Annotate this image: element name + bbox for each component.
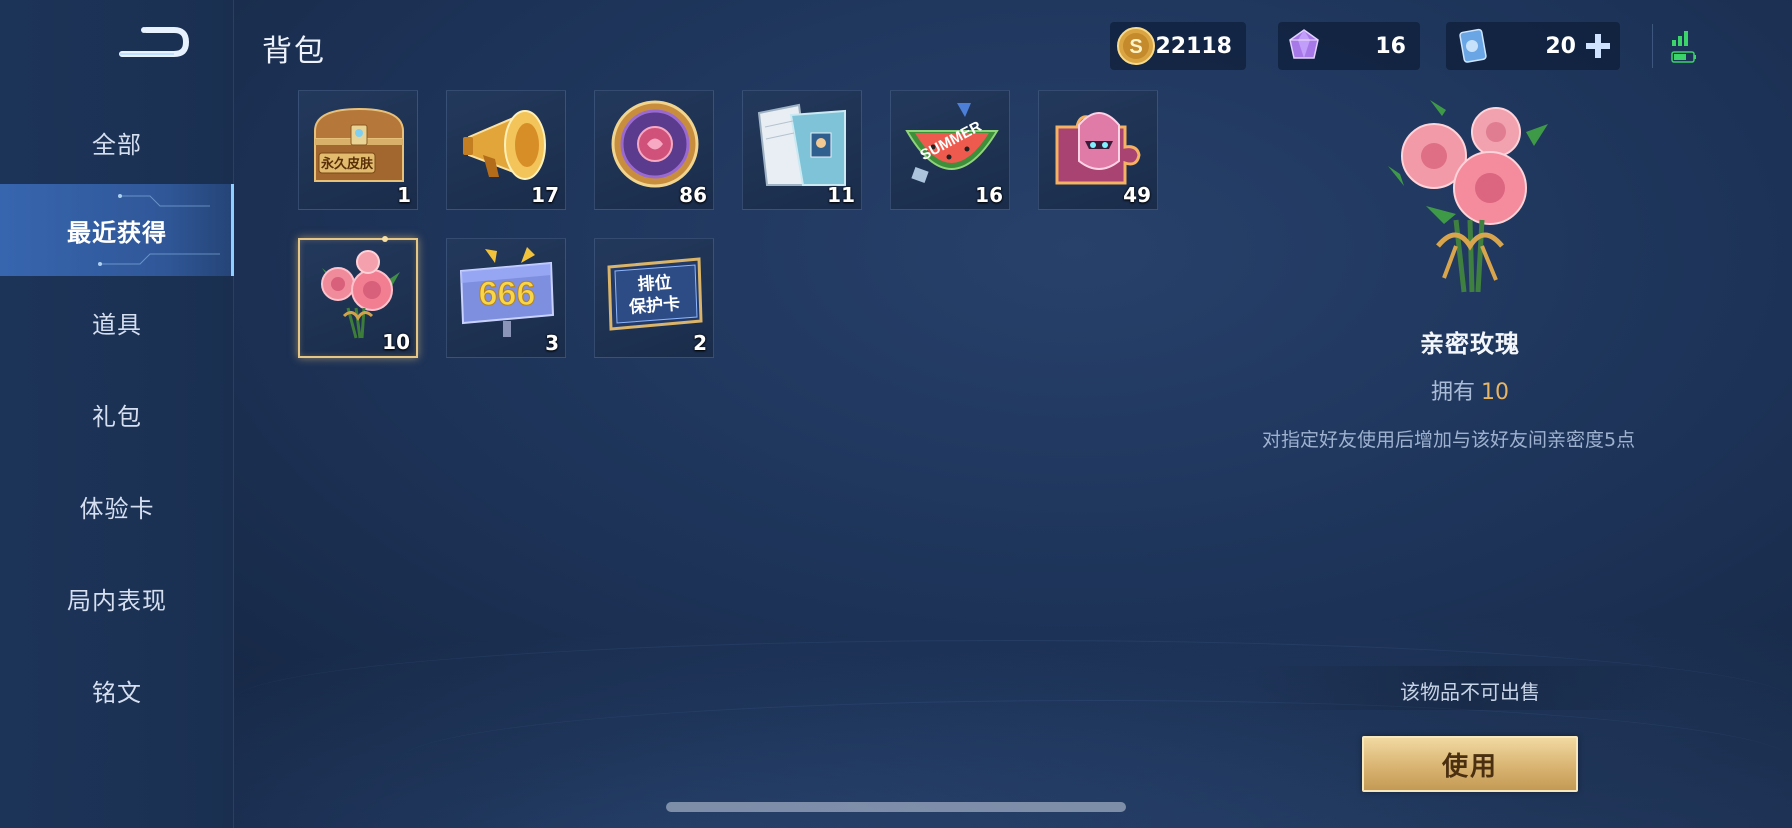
plus-icon — [1586, 34, 1610, 58]
sidebar-item-label: 道具 — [92, 310, 142, 339]
rose-bouquet-icon — [321, 250, 400, 339]
sidebar-item-in-game-performance[interactable]: 局内表现 — [0, 552, 234, 644]
watermelon-summer-icon: SUMMER — [905, 103, 999, 184]
inventory-item-666-sign[interactable]: 666 3 — [446, 238, 566, 358]
treasure-chest-icon: 永久皮肤 — [314, 107, 404, 182]
gold-coin-icon: S — [1114, 24, 1158, 68]
sidebar-item-label: 礼包 — [92, 402, 142, 431]
sidebar-item-props[interactable]: 道具 — [0, 276, 234, 368]
voucher-count: 20 — [1545, 33, 1576, 59]
svg-text:S: S — [1129, 36, 1142, 58]
sidebar-item-all[interactable]: 全部 — [0, 96, 234, 188]
add-voucher-button[interactable] — [1582, 30, 1614, 62]
item-count: 16 — [975, 183, 1003, 207]
sidebar-item-label: 铭文 — [92, 678, 142, 707]
network-signal-icon — [1671, 31, 1696, 63]
item-count: 1 — [397, 183, 411, 207]
gem-balance: 16 — [1278, 22, 1420, 70]
sidebar-item-label: 体验卡 — [79, 494, 155, 523]
item-count: 10 — [382, 330, 410, 354]
gem-count: 16 — [1375, 33, 1406, 59]
sign-666-icon: 666 — [459, 247, 555, 337]
item-description: 对指定好友使用后增加与该好友间亲密度5点 — [1262, 429, 1636, 451]
sidebar-item-label: 局内表现 — [67, 586, 167, 615]
item-badge-text-line1: 排位 — [637, 272, 672, 295]
item-badge-text: 永久皮肤 — [320, 156, 374, 172]
megaphone-icon — [463, 110, 546, 180]
inventory-item-book[interactable]: 11 — [742, 90, 862, 210]
selection-dot — [382, 236, 388, 242]
back-arrow-icon — [119, 27, 190, 57]
back-button[interactable] — [112, 20, 192, 66]
item-badge-text-line2: 保护卡 — [627, 293, 680, 318]
item-count: 49 — [1123, 183, 1151, 207]
sidebar-item-inscriptions[interactable]: 铭文 — [0, 644, 234, 736]
helmet-puzzle-icon — [1055, 112, 1141, 185]
blue-card-icon — [1450, 24, 1494, 68]
coin-balance: S 22118 — [1110, 22, 1246, 70]
owned-count-line: 拥有 10 — [1250, 374, 1690, 406]
rose-medal-icon — [611, 100, 699, 188]
sidebar-item-trial-cards[interactable]: 体验卡 — [0, 460, 234, 552]
home-indicator[interactable] — [666, 802, 1126, 812]
inventory-item-permanent-skin-chest[interactable]: 永久皮肤 1 — [298, 90, 418, 210]
rose-bouquet-preview-icon — [1388, 100, 1548, 293]
inventory-item-rose-medal[interactable]: 86 — [594, 90, 714, 210]
sidebar-item-label: 最近获得 — [67, 218, 167, 247]
rank-protection-card-icon: 排位 保护卡 — [607, 257, 703, 331]
inventory-item-summer-watermelon[interactable]: SUMMER 16 — [890, 90, 1010, 210]
item-count: 17 — [531, 183, 559, 207]
owned-count: 10 — [1481, 380, 1509, 405]
voucher-balance: 20 — [1446, 22, 1620, 70]
sidebar-item-label: 全部 — [92, 130, 142, 159]
use-button[interactable]: 使用 — [1362, 736, 1578, 792]
sidebar-item-gift-packs[interactable]: 礼包 — [0, 368, 234, 460]
inventory-item-megaphone[interactable]: 17 — [446, 90, 566, 210]
coin-count: 22118 — [1155, 33, 1232, 59]
item-badge-text: 666 — [479, 275, 536, 313]
item-count: 3 — [545, 331, 559, 355]
item-name: 亲密玫瑰 — [1420, 330, 1520, 358]
purple-gem-icon — [1282, 24, 1326, 68]
sidebar: 全部 最近获得 道具 礼包 体验卡 局内表现 铭文 — [0, 0, 234, 828]
inventory-item-rank-protection-card[interactable]: 排位 保护卡 2 — [594, 238, 714, 358]
owned-label: 拥有 — [1430, 380, 1475, 405]
item-count: 86 — [679, 183, 707, 207]
item-count: 2 — [693, 331, 707, 355]
page-title: 背包 — [262, 34, 326, 69]
sidebar-item-recent[interactable]: 最近获得 — [0, 184, 234, 276]
item-count: 11 — [827, 183, 855, 207]
inventory-item-rose-bouquet[interactable]: 10 — [298, 236, 418, 358]
book-icon — [757, 103, 846, 186]
header-divider — [1652, 24, 1653, 68]
inventory-item-helmet-puzzle[interactable]: 49 — [1038, 90, 1158, 210]
unsellable-text: 该物品不可出售 — [1400, 680, 1540, 704]
